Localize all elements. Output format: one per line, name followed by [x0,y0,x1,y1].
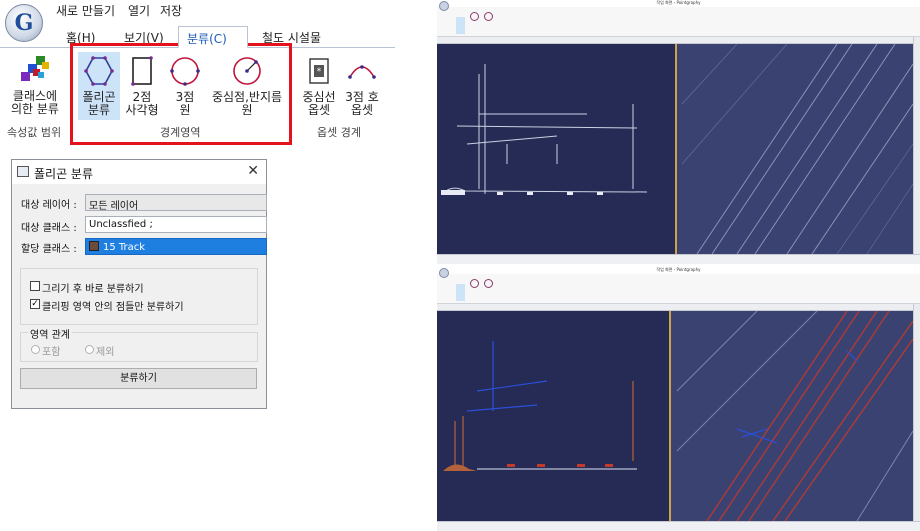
dialog-title: 폴리곤 분류 [34,167,94,181]
assign-class-field[interactable]: 15 Track [85,238,267,255]
status-bar-before [437,254,920,264]
clip-only-checkbox[interactable]: ✓ [30,299,40,309]
qat-new[interactable]: 새로 만들기 [56,2,115,19]
pointcloud-view-after [437,311,913,521]
screenshot-before: 작업 화면 - Pointgraphy [437,0,920,264]
mini-sidebar-before [913,37,920,254]
group-offset-label: 옵셋 경계 [317,126,361,139]
classify-button[interactable]: 분류하기 [20,368,257,389]
target-layer-field[interactable]: 모든 레이어 [85,194,267,211]
tab-classify[interactable]: 분류(C) [178,26,248,48]
class-color-swatch [89,241,99,251]
window-title-before: 작업 화면 - Pointgraphy [437,0,920,7]
screenshot-after: 작업 화면 - Pointgraphy [437,267,920,531]
region-relation-label: 영역 관계 [28,326,72,341]
highlight-box [70,43,292,145]
mini-app-logo-after [439,268,449,278]
mini-polygon-highlight-after [456,284,465,301]
dialog-titlebar: 폴리곤 분류 ✕ [12,160,266,184]
centerline-label-2: 옵셋 [307,103,331,117]
mini-toolbar-before [437,37,920,44]
region-include-radio[interactable] [31,345,40,354]
mini-ribbon-before [437,7,920,37]
mini-ribbon-after [437,274,920,304]
centerline-offset-icon: * [309,58,329,84]
view-divider-before [675,44,677,254]
assign-class-value: 15 Track [103,242,146,253]
class-classify-button[interactable]: 클래스에 의한 분류 [4,54,66,116]
polygon-classify-dialog: 폴리곤 분류 ✕ 대상 레이어 : 모든 레이어 대상 클래스 : Unclas… [11,159,267,409]
status-bar-after [437,521,920,531]
centerline-offset-button[interactable]: * 중심선 옵셋 [298,55,340,117]
mini-circle-icon [470,12,479,21]
mini-sidebar-after [913,304,920,521]
target-class-field[interactable]: Unclassfied ; [85,216,267,233]
window-title-after: 작업 화면 - Pointgraphy [437,267,920,274]
mini-polygon-highlight [456,17,465,34]
arc3-offset-button[interactable]: 3점 호 옵셋 [340,55,384,117]
class-classify-label-2: 의한 분류 [11,102,59,116]
view-divider-after [669,311,671,521]
classify-after-draw-checkbox[interactable] [30,281,40,291]
classify-after-draw-label: 그리기 후 바로 분류하기 [42,284,144,295]
svg-text:*: * [317,67,322,77]
ribbon: G 새로 만들기 열기 저장 홈(H) 보기(V) 분류(C) 철도 시설물 클… [0,0,395,150]
qat-save[interactable]: 저장 [160,2,182,19]
region-exclude-radio[interactable] [85,345,94,354]
app-logo[interactable]: G [5,4,43,42]
options-panel [20,268,258,325]
mini-circle-icon-after [470,279,479,288]
region-include-label: 포함 [42,347,61,358]
clip-only-label: 클리핑 영역 안의 점들만 분류하기 [42,302,184,313]
qat-open[interactable]: 열기 [128,2,150,19]
assign-class-label: 할당 클래스 : [21,244,77,255]
mini-toolbar-after [437,304,920,311]
mini-circle-icon-2 [484,12,493,21]
close-icon[interactable]: ✕ [247,163,259,179]
app-logo-letter: G [14,10,34,36]
target-layer-label: 대상 레이어 : [21,200,77,211]
arc3-label-2: 옵셋 [350,103,374,117]
region-exclude-label: 제외 [96,347,115,358]
target-class-label: 대상 클래스 : [21,223,77,234]
arc-3pt-icon [348,65,376,79]
mini-app-logo [439,1,449,11]
group-attr-label: 속성값 범위 [7,126,62,139]
dialog-window-icon [17,166,29,177]
class-classify-icon [21,56,49,81]
mini-circle-icon-after-2 [484,279,493,288]
